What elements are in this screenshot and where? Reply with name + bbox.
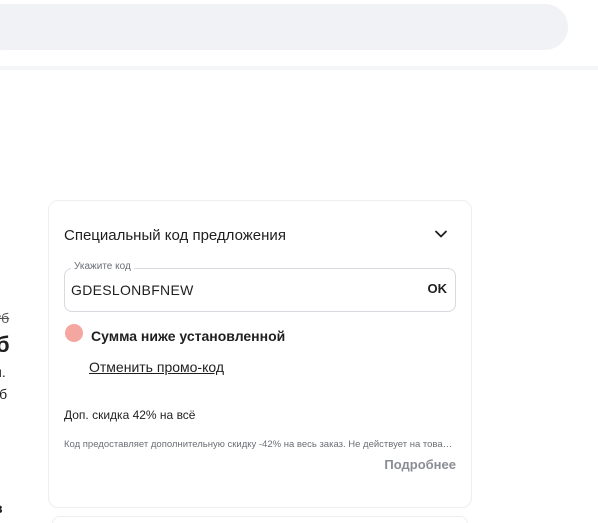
discount-description: Код предоставляет дополнительную скидку … (64, 439, 456, 450)
page: уб б и. уб в Специальный код предложения… (0, 0, 598, 523)
promo-code-input[interactable] (71, 279, 411, 301)
old-price-fragment: уб (0, 310, 10, 326)
text-fragment-2: в (0, 500, 3, 516)
discount-title: Доп. скидка 42% на всё (64, 408, 196, 422)
price-fragment-2: уб (0, 386, 8, 402)
promo-code-field: Укажите код OK (64, 261, 456, 312)
cancel-promo-link[interactable]: Отменить промо-код (89, 359, 224, 375)
apply-code-button[interactable]: OK (428, 281, 448, 296)
chevron-down-icon[interactable] (433, 226, 449, 242)
promo-code-card: Специальный код предложения Укажите код … (48, 200, 472, 508)
next-card-edge (52, 516, 468, 523)
promo-code-label: Укажите код (71, 261, 134, 272)
price-fragment: б (0, 332, 10, 357)
more-details-link[interactable]: Подробнее (384, 457, 456, 472)
promo-status-text: Сумма ниже установленной (91, 328, 286, 344)
top-bar (0, 0, 598, 70)
text-fragment: и. (0, 364, 6, 380)
search-bar[interactable] (0, 4, 568, 50)
promo-card-title: Специальный код предложения (64, 227, 286, 244)
status-circle-icon (65, 324, 83, 342)
